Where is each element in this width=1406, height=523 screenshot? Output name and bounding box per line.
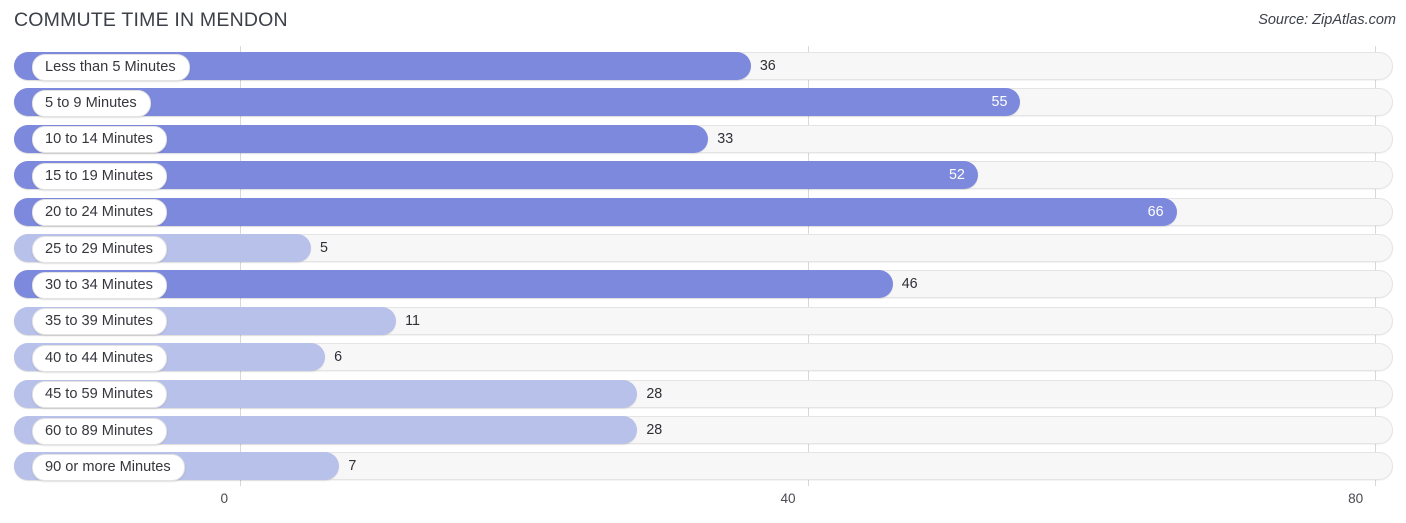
- bar-category-label: 15 to 19 Minutes: [32, 162, 167, 190]
- chart-row: 5 to 9 Minutes 55: [0, 84, 1406, 120]
- chart-row: Less than 5 Minutes 36: [0, 48, 1406, 84]
- bar-category-label: 60 to 89 Minutes: [32, 417, 167, 445]
- x-axis-tick-label: 0: [220, 491, 228, 506]
- chart-row: 30 to 34 Minutes 46: [0, 266, 1406, 302]
- chart-row: 90 or more Minutes 7: [0, 448, 1406, 484]
- bar-value-label: 52: [948, 167, 965, 184]
- page-title: COMMUTE TIME IN MENDON: [14, 9, 288, 31]
- bar-value-label: 7: [348, 458, 357, 475]
- bar-category-label: 90 or more Minutes: [32, 453, 185, 481]
- chart-row: 40 to 44 Minutes 6: [0, 339, 1406, 375]
- bar-category-label: 25 to 29 Minutes: [32, 235, 167, 263]
- bar-category-label: 35 to 39 Minutes: [32, 308, 167, 336]
- bar-value-label: 11: [405, 312, 420, 329]
- bar-value-label: 33: [717, 130, 734, 147]
- bar-category-label: 45 to 59 Minutes: [32, 381, 167, 409]
- bar-value-label: 6: [334, 349, 343, 366]
- chart-row: 25 to 29 Minutes 5: [0, 230, 1406, 266]
- chart-plot-area: Less than 5 Minutes 36 5 to 9 Minutes 55 10 …: [0, 46, 1406, 486]
- bar-category-label: 20 to 24 Minutes: [32, 199, 167, 227]
- chart-row: 10 to 14 Minutes 33: [0, 121, 1406, 157]
- bar-category-label: Less than 5 Minutes: [32, 53, 190, 81]
- bar-value-label: 36: [759, 58, 776, 74]
- chart-row: 60 to 89 Minutes 28: [0, 412, 1406, 448]
- bar-value-label: 46: [901, 276, 918, 293]
- bar-value-label: 28: [646, 422, 663, 438]
- bar-value-label: 5: [319, 240, 328, 256]
- source-attribution: Source: ZipAtlas.com: [1258, 12, 1396, 28]
- bar[interactable]: [14, 197, 1177, 226]
- bar-category-label: 40 to 44 Minutes: [32, 344, 167, 372]
- x-axis: 0 40 80: [0, 486, 1406, 523]
- bar-category-label: 10 to 14 Minutes: [32, 126, 167, 154]
- bar-value-label: 66: [1147, 203, 1164, 220]
- chart-row: 15 to 19 Minutes 52: [0, 157, 1406, 193]
- x-axis-tick-label: 80: [1348, 491, 1364, 506]
- bar-value-label: 55: [991, 94, 1008, 111]
- chart-header: COMMUTE TIME IN MENDON Source: ZipAtlas.…: [0, 0, 1406, 46]
- bar-category-label: 5 to 9 Minutes: [32, 89, 151, 117]
- bar[interactable]: [14, 88, 1021, 117]
- x-axis-tick-label: 40: [780, 491, 796, 506]
- chart-row: 35 to 39 Minutes 11: [0, 303, 1406, 339]
- bar-value-label: 28: [646, 385, 663, 402]
- chart-row: 20 to 24 Minutes 66: [0, 194, 1406, 230]
- chart-row: 45 to 59 Minutes 28: [0, 376, 1406, 412]
- bar-category-label: 30 to 34 Minutes: [32, 271, 167, 299]
